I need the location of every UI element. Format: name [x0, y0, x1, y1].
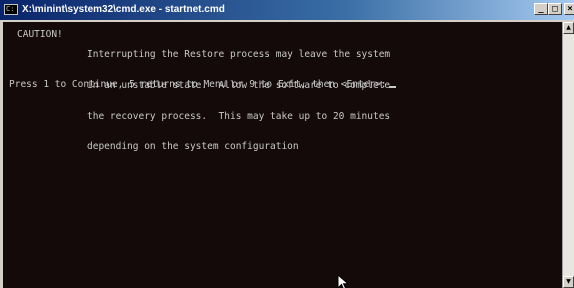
close-button[interactable]: × — [564, 3, 574, 15]
prompt-text: Press 1 to Continue, 5 returns to Menu o… — [9, 79, 387, 90]
console-area[interactable]: CAUTION! Interrupting the Restore proces… — [3, 22, 562, 288]
caution-line: depending on the system configuration — [87, 141, 299, 153]
minimize-button[interactable]: _ — [534, 3, 548, 15]
maximize-button[interactable]: □ — [548, 3, 562, 15]
cmd-window: C: X:\minint\system32\cmd.exe - startnet… — [0, 0, 574, 288]
text-cursor — [388, 86, 396, 88]
scroll-down-icon[interactable]: ▼ — [563, 276, 574, 288]
caution-message: CAUTION! Interrupting the Restore proces… — [9, 29, 390, 152]
scroll-up-icon[interactable]: ▲ — [563, 22, 574, 34]
caution-line: Interrupting the Restore process may lea… — [87, 49, 391, 61]
console-output: CAUTION! Interrupting the Restore proces… — [9, 29, 396, 152]
caution-text: Interrupting the Restore process may lea… — [87, 30, 390, 173]
caution-label: CAUTION! — [17, 29, 63, 40]
prompt-line[interactable]: Press 1 to Continue, 5 returns to Menu o… — [9, 79, 396, 90]
vertical-scrollbar[interactable]: ▲ ▼ — [562, 22, 574, 288]
cmd-icon: C: — [4, 4, 18, 15]
window-titlebar[interactable]: C: X:\minint\system32\cmd.exe - startnet… — [0, 0, 574, 20]
window-title: X:\minint\system32\cmd.exe - startnet.cm… — [22, 4, 225, 15]
mouse-pointer-icon — [337, 274, 350, 288]
caution-line: the recovery process. This may take up t… — [87, 110, 391, 122]
